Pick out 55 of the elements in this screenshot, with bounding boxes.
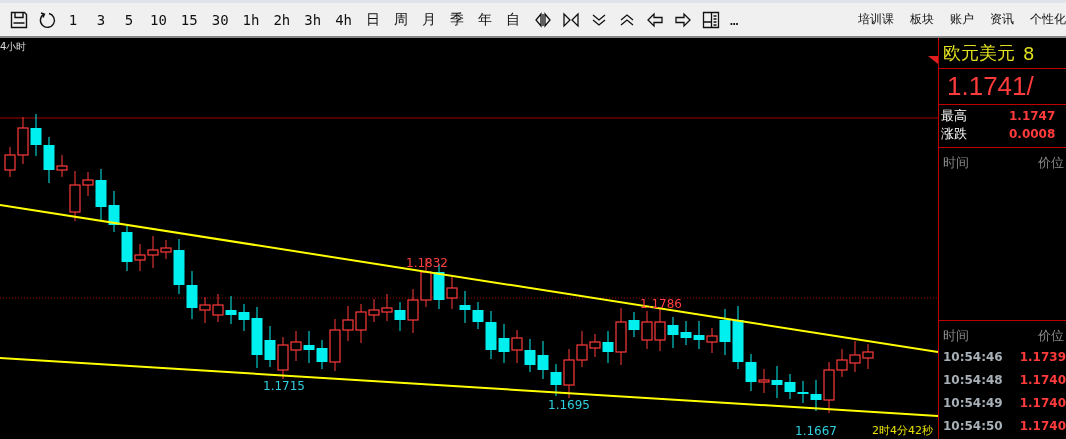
- period-button[interactable]: 1h: [242, 11, 260, 28]
- tick-time: 10:54:49: [943, 395, 1003, 410]
- price-annotation: 1.1695: [548, 398, 590, 412]
- price-annotation: 1.1786: [640, 297, 682, 311]
- menu-item[interactable]: 个性化: [1030, 11, 1066, 28]
- menu-item[interactable]: 板块: [910, 11, 934, 28]
- menu-item[interactable]: 账户: [950, 11, 974, 28]
- last-price: 1.1741/: [947, 71, 1034, 102]
- menu-item[interactable]: 培训课: [858, 11, 894, 28]
- right-arrow-icon[interactable]: [674, 10, 692, 29]
- period-button[interactable]: 季: [450, 10, 464, 29]
- period-button[interactable]: 1: [66, 11, 80, 28]
- price-annotation: 1.1715: [263, 379, 305, 393]
- period-button[interactable]: 4h: [335, 11, 352, 28]
- column-header: 时间: [943, 154, 969, 172]
- left-arrow-icon[interactable]: [646, 10, 664, 29]
- stat-label: 涨跌: [941, 125, 968, 143]
- tick-time: 10:54:46: [943, 349, 1003, 364]
- period-button[interactable]: 年: [478, 10, 492, 29]
- price-annotation: 1.1832: [406, 256, 448, 270]
- instrument-name: 欧元美元: [943, 41, 1015, 65]
- column-header: 价位: [1038, 327, 1064, 345]
- period-label: 4小时: [0, 40, 27, 54]
- tick-price: 1.1740: [1019, 395, 1066, 410]
- period-button[interactable]: 10: [150, 11, 167, 28]
- period-button[interactable]: 5: [122, 11, 136, 28]
- stat-value: 0.0008: [1009, 127, 1056, 141]
- stat-label: 最高: [941, 107, 968, 125]
- instrument-code: 8: [1023, 42, 1035, 64]
- tick-time: 10:54:48: [943, 372, 1003, 387]
- period-button[interactable]: 日: [366, 10, 380, 29]
- tick-price: 1.1740: [1019, 418, 1066, 433]
- stat-value: 1.1747: [1009, 109, 1056, 123]
- column-header: 价位: [1038, 154, 1064, 172]
- tick-price: 1.1739: [1019, 349, 1066, 364]
- marker-icon: [928, 56, 938, 64]
- period-button[interactable]: 周: [394, 10, 408, 29]
- more-button[interactable]: …: [730, 11, 739, 28]
- save-icon[interactable]: [10, 10, 28, 29]
- period-button[interactable]: 3: [94, 11, 108, 28]
- period-button[interactable]: 2h: [273, 11, 291, 28]
- tick-price: 1.1740: [1019, 372, 1066, 387]
- refresh-icon[interactable]: [38, 10, 56, 29]
- countdown-label: 2时4分42秒: [872, 423, 933, 438]
- menu-item[interactable]: 资讯: [990, 11, 1014, 28]
- period-button[interactable]: 30: [211, 11, 229, 28]
- tick-time: 10:54:50: [943, 418, 1003, 433]
- price-annotation: 1.1667: [795, 424, 837, 438]
- period-button[interactable]: 3h: [304, 11, 322, 28]
- period-button[interactable]: 15: [180, 11, 198, 28]
- compress-icon[interactable]: [562, 10, 580, 29]
- period-button[interactable]: 自: [506, 10, 520, 29]
- layout-icon[interactable]: [702, 10, 720, 29]
- period-button[interactable]: 月: [422, 10, 436, 29]
- column-header: 时间: [943, 327, 969, 345]
